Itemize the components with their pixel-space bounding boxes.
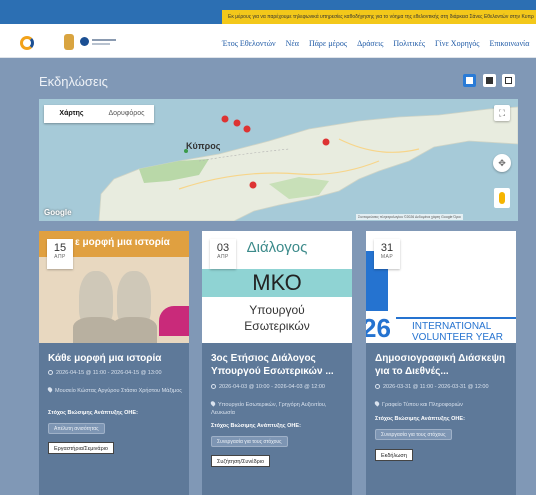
map-attribution[interactable]: Συντομεύσεις πληκτρολογίου ©2026 Δεδομέν… (356, 214, 463, 220)
event-image-text: INTERNATIONAL (412, 321, 492, 332)
ministry-logo-icon (80, 36, 118, 48)
event-location: Μουσείο Κώστας Αργύρου Στάσιο Χρήστου Μά… (46, 386, 182, 395)
date-month: ΑΠΡ (217, 254, 229, 260)
google-logo: Google (44, 208, 72, 217)
map-tab-map[interactable]: Χάρτης (44, 105, 99, 123)
date-badge: 31 ΜΑΡ (374, 239, 400, 269)
date-badge: 15 ΑΠΡ (47, 239, 73, 269)
event-title[interactable]: 3ος Ετήσιος Διάλογος Υπουργού Εσωτερικών… (211, 352, 345, 378)
event-image-text: ε μορφή μια ιστορία (75, 237, 170, 248)
event-image-text: Εσωτερικών (244, 319, 310, 333)
coat-of-arms-icon (64, 34, 74, 50)
map-tab-satellite[interactable]: Δορυφόρος (99, 105, 154, 123)
event-type-button[interactable]: Εκδήλωση (375, 449, 413, 461)
event-type-button[interactable]: Εργαστήρια/Σεμινάριο (48, 442, 114, 454)
event-card[interactable]: Διάλογος ΜΚΟ Υπουργού Εσωτερικών 03 ΑΠΡ … (202, 231, 352, 495)
event-body: 3ος Ετήσιος Διάλογος Υπουργού Εσωτερικών… (202, 343, 352, 495)
event-datetime: 2026-03-31 @ 11:00 - 2026-03-31 @ 12:00 (375, 383, 509, 391)
goals-label: Στόχος Βιώσιμης Ανάπτυξης ΟΗΕ: (48, 410, 138, 416)
event-title[interactable]: Δημοσιογραφική Διάσκεψη για το Διεθνές..… (375, 352, 509, 378)
date-day: 15 (53, 242, 67, 254)
event-image[interactable]: 26 INTERNATIONAL VOLUNTEER YEAR 31 ΜΑΡ (366, 231, 516, 343)
map-camera-control-icon[interactable]: ✥ (493, 154, 511, 172)
street-view-pegman-icon[interactable] (494, 188, 510, 208)
goals-label: Στόχος Βιώσιμης Ανάπτυξης ΟΗΕ: (211, 423, 301, 429)
grid-view-button[interactable] (463, 74, 476, 87)
main-nav: Έτος Εθελοντών Νέα Πάρε μέρος Δράσεις Πο… (222, 39, 529, 48)
list-view-button[interactable] (483, 74, 496, 87)
nav-item-sponsor[interactable]: Γίνε Χορηγός (435, 39, 479, 48)
goal-tag[interactable]: Συνεργασία για τους στόχους (375, 429, 452, 440)
event-image-text: ΜΚΟ (252, 270, 302, 295)
notice-banner[interactable]: Εκ μέρους για να παρέχουμε τηλεφωνικά υπ… (222, 10, 536, 24)
event-title[interactable]: Κάθε μορφή μια ιστορία (48, 352, 182, 365)
date-day: 31 (380, 242, 394, 254)
fullscreen-icon[interactable]: ⛶ (494, 105, 510, 121)
nav-item-volunteer-year[interactable]: Έτος Εθελοντών (222, 39, 276, 48)
nav-item-policies[interactable]: Πολιτικές (393, 39, 425, 48)
clock-icon (375, 384, 380, 389)
event-body: Κάθε μορφή μια ιστορία 2026-04-15 @ 11:0… (39, 343, 189, 495)
nav-item-news[interactable]: Νέα (286, 39, 299, 48)
site-header: Έτος Εθελοντών Νέα Πάρε μέρος Δράσεις Πο… (0, 24, 536, 58)
event-image[interactable]: ε μορφή μια ιστορία 15 ΑΠΡ (39, 231, 189, 343)
nav-item-contact[interactable]: Επικοινωνία (489, 39, 529, 48)
goals-label: Στόχος Βιώσιμης Ανάπτυξης ΟΗΕ: (375, 416, 465, 422)
map-type-tabs: Χάρτης Δορυφόρος (44, 105, 154, 123)
event-image-text: Υπουργού (249, 303, 305, 317)
calendar-view-button[interactable] (502, 74, 515, 87)
nav-item-participate[interactable]: Πάρε μέρος (309, 39, 347, 48)
volunteer-year-logo-icon[interactable] (20, 36, 34, 50)
location-pin-icon (209, 400, 217, 407)
event-location: Γραφείο Τύπου και Πληροφοριών (373, 400, 509, 409)
date-month: ΜΑΡ (380, 254, 394, 260)
event-card[interactable]: 26 INTERNATIONAL VOLUNTEER YEAR 31 ΜΑΡ Δ… (366, 231, 516, 495)
date-badge: 03 ΑΠΡ (210, 239, 236, 269)
clock-icon (48, 370, 53, 375)
event-image-text: VOLUNTEER YEAR (412, 332, 503, 343)
event-type-button[interactable]: Συζήτηση/Συνέδριο (211, 455, 271, 467)
goal-tag[interactable]: Συνεργασία για τους στόχους (211, 436, 288, 447)
event-image-text: 26 (366, 313, 391, 343)
location-pin-icon (373, 400, 381, 407)
event-card[interactable]: ε μορφή μια ιστορία 15 ΑΠΡ Κάθε μορφή μι… (39, 231, 189, 495)
event-location: Υπουργείο Εσωτερικών, Γρηγόρη Αυξεντίου,… (209, 400, 327, 416)
goal-tag[interactable]: Απέλυτη ανισότητας (48, 423, 105, 434)
event-datetime: 2026-04-15 @ 11:00 - 2026-04-15 @ 13:00 (48, 369, 182, 377)
location-pin-icon (46, 386, 54, 393)
date-day: 03 (216, 242, 230, 254)
event-body: Δημοσιογραφική Διάσκεψη για το Διεθνές..… (366, 343, 516, 495)
event-image[interactable]: Διάλογος ΜΚΟ Υπουργού Εσωτερικών 03 ΑΠΡ (202, 231, 352, 343)
date-month: ΑΠΡ (54, 254, 66, 260)
nav-item-actions[interactable]: Δράσεις (357, 39, 383, 48)
event-datetime: 2026-04-03 @ 10:00 - 2026-04-03 @ 12:00 (211, 383, 345, 391)
map-country-label: Κύπρος (186, 141, 221, 151)
page-title: Εκδηλώσεις (39, 74, 108, 89)
clock-icon (211, 384, 216, 389)
